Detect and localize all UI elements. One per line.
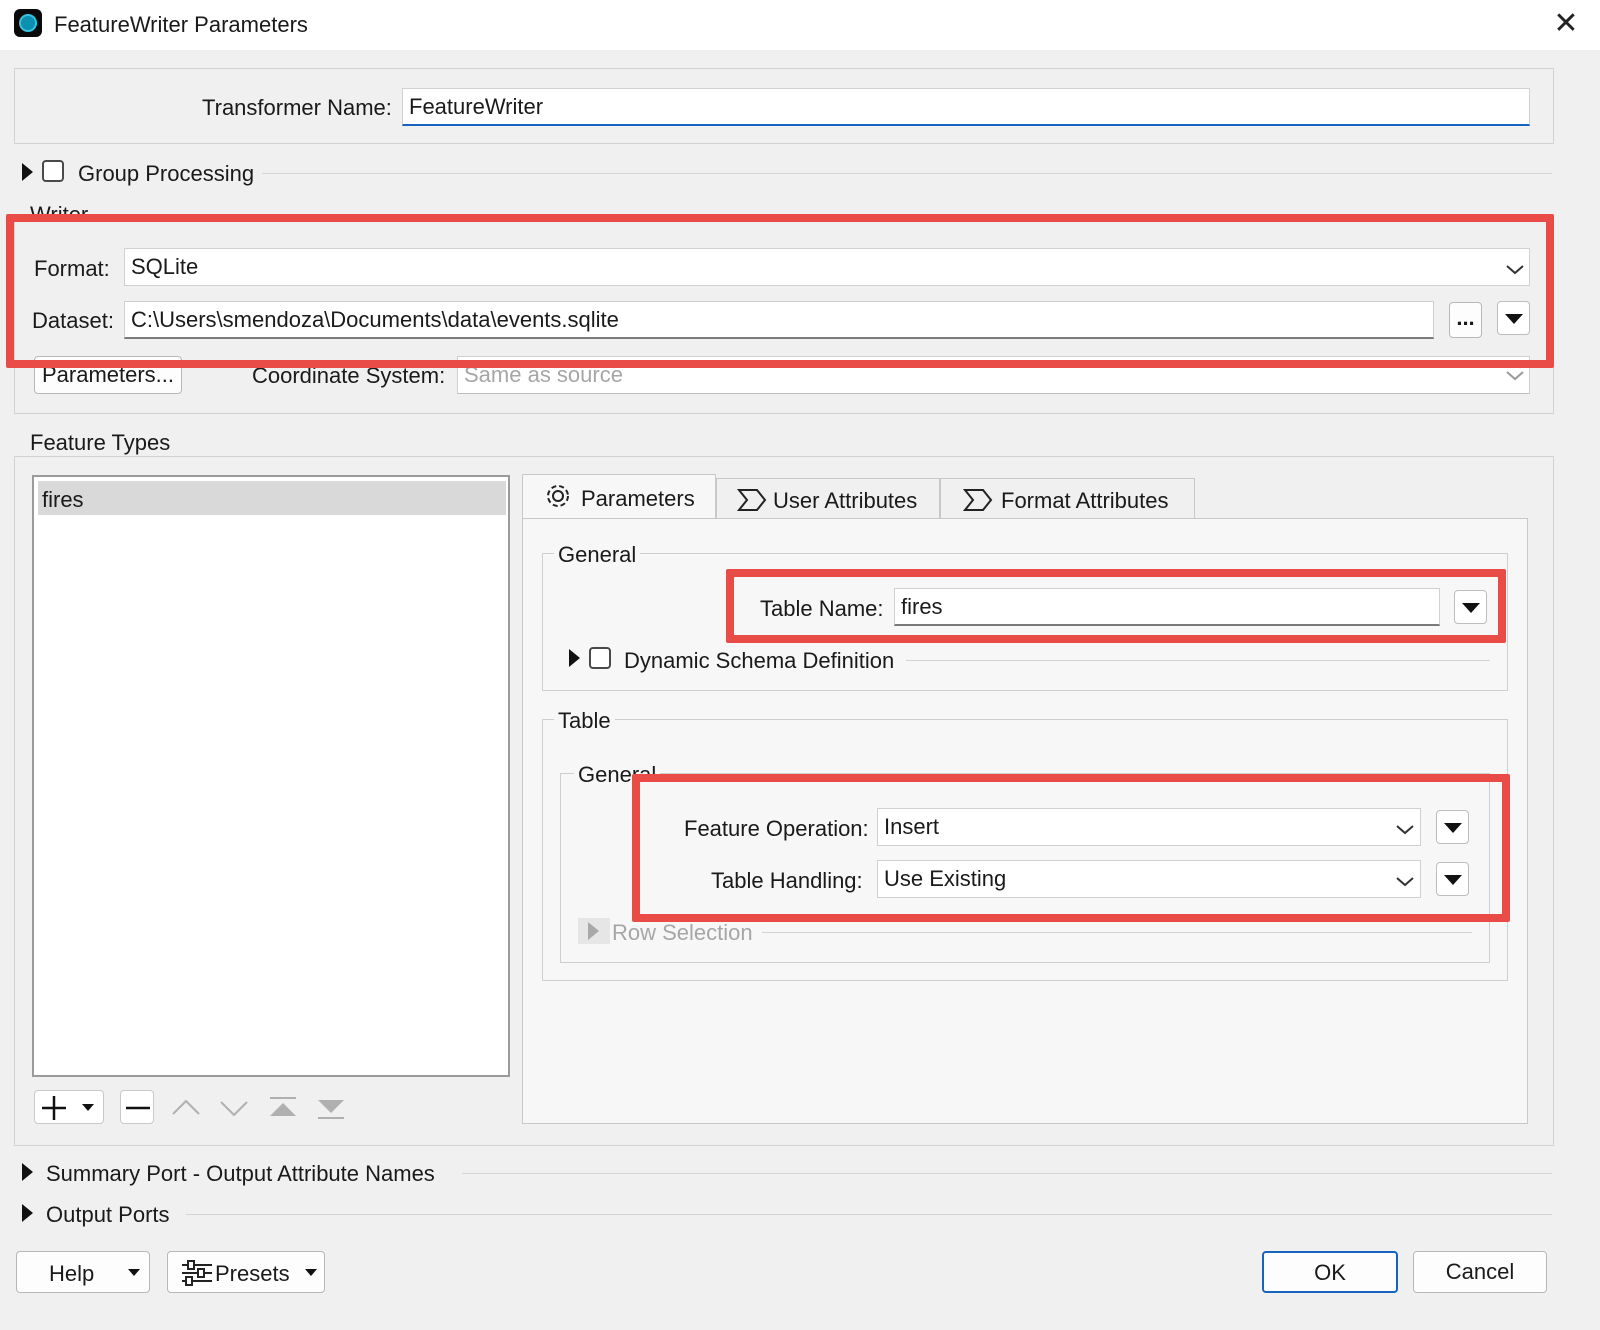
add-button[interactable] — [34, 1090, 104, 1124]
tab-format-attributes[interactable]: Format Attributes — [940, 478, 1195, 520]
small-dropdown-icon — [128, 1269, 140, 1276]
dynamic-schema-checkbox[interactable] — [589, 647, 611, 669]
transformer-name-label: Transformer Name: — [202, 95, 392, 120]
output-ports-label[interactable]: Output Ports — [46, 1202, 170, 1228]
divider — [462, 1173, 1552, 1174]
presets-button[interactable]: Presets — [167, 1251, 325, 1293]
move-top-icon[interactable] — [266, 1092, 300, 1124]
move-down-icon[interactable] — [217, 1092, 251, 1124]
small-dropdown-icon — [305, 1269, 317, 1276]
move-up-icon[interactable] — [169, 1092, 203, 1124]
transformer-name-input[interactable]: FeatureWriter — [402, 88, 1530, 126]
group-processing-expander-icon[interactable] — [22, 163, 33, 181]
summary-port-label[interactable]: Summary Port - Output Attribute Names — [46, 1161, 435, 1187]
list-item[interactable]: fires — [38, 481, 506, 515]
group-processing-checkbox[interactable] — [42, 160, 64, 182]
gear-icon — [547, 485, 569, 507]
attribute-icon — [963, 489, 993, 511]
highlight-table-options-box — [632, 774, 1510, 922]
ok-button[interactable]: OK — [1262, 1251, 1398, 1293]
feature-types-label: Feature Types — [30, 430, 177, 456]
list-item-label: fires — [42, 487, 84, 512]
window-title: FeatureWriter Parameters — [54, 12, 308, 37]
group-processing-label: Group Processing — [78, 161, 255, 186]
summary-port-expander-icon[interactable] — [22, 1163, 33, 1181]
remove-icon — [126, 1106, 150, 1110]
general-section-label: General — [554, 542, 641, 568]
add-icon — [42, 1096, 66, 1120]
tab-label: User Attributes — [773, 488, 918, 513]
tab-parameters[interactable]: Parameters — [522, 474, 716, 520]
highlight-writer-box — [6, 214, 1554, 368]
tab-user-attributes[interactable]: User Attributes — [716, 478, 940, 520]
divider — [906, 660, 1490, 661]
close-icon[interactable]: ✕ — [1548, 6, 1584, 42]
table-section-label: Table — [554, 708, 615, 734]
divider — [762, 932, 1472, 933]
divider — [186, 1214, 1552, 1215]
divider — [262, 173, 1552, 174]
sliders-icon — [182, 1260, 212, 1286]
small-dropdown-icon — [82, 1104, 94, 1111]
help-button-label: Help — [49, 1261, 95, 1286]
fme-icon — [14, 9, 42, 37]
row-selection-expander-icon[interactable] — [588, 922, 599, 940]
move-bottom-icon[interactable] — [314, 1092, 348, 1124]
attribute-icon — [737, 489, 767, 511]
highlight-table-name-box — [726, 569, 1506, 643]
row-selection-label: Row Selection — [612, 920, 753, 945]
dynamic-schema-label: Dynamic Schema Definition — [624, 648, 895, 673]
cancel-button[interactable]: Cancel — [1413, 1251, 1547, 1293]
dynamic-schema-expander-icon[interactable] — [569, 649, 580, 667]
help-button[interactable]: Help — [16, 1251, 150, 1293]
output-ports-expander-icon[interactable] — [22, 1204, 33, 1222]
tab-label: Format Attributes — [1001, 488, 1169, 513]
feature-type-list[interactable]: fires — [32, 475, 510, 1077]
tab-label: Parameters — [581, 486, 695, 511]
presets-button-label: Presets — [215, 1261, 290, 1286]
remove-button[interactable] — [120, 1090, 154, 1124]
